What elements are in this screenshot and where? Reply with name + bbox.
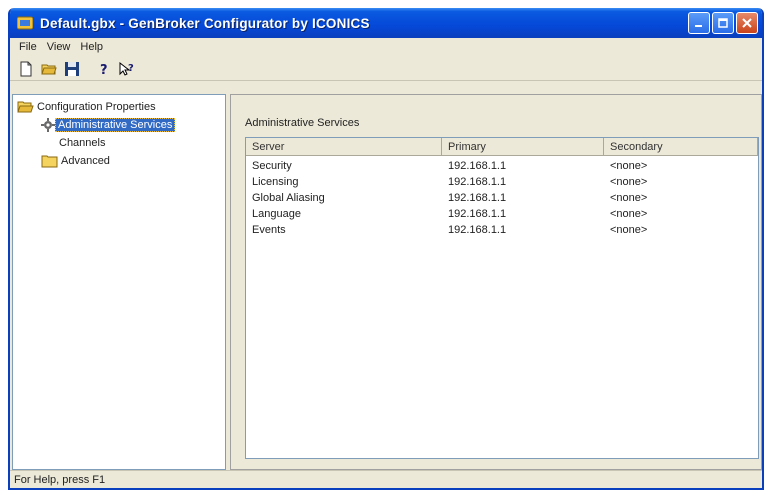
minimize-icon: [695, 25, 702, 27]
close-button[interactable]: [736, 12, 758, 34]
tree-item-label: Advanced: [61, 155, 110, 167]
cell-server: Language: [252, 208, 301, 220]
folder-icon: [41, 155, 58, 168]
cell-primary: 192.168.1.1: [448, 208, 507, 220]
cell-primary: 192.168.1.1: [448, 160, 507, 172]
service-gear-icon: [41, 118, 55, 132]
save-disk-icon: [65, 61, 79, 76]
column-header-secondary[interactable]: Secondary: [604, 138, 758, 156]
open-folder-icon: [41, 64, 57, 74]
tree-item-administrative-services[interactable]: Administrative Services: [41, 117, 176, 133]
table-row[interactable]: Language 192.168.1.1 <none>: [246, 206, 758, 222]
new-button[interactable]: [16, 59, 36, 79]
help-icon: ?: [100, 63, 108, 77]
tree-root[interactable]: Configuration Properties: [17, 99, 158, 115]
cell-primary: 192.168.1.1: [448, 176, 507, 188]
section-title: Administrative Services: [245, 117, 360, 129]
cell-secondary: <none>: [610, 224, 648, 236]
new-document-icon: [20, 61, 32, 76]
status-text: For Help, press F1: [14, 473, 106, 486]
menu-help[interactable]: Help: [75, 41, 108, 53]
title-bar[interactable]: Default.gbx - GenBroker Configurator by …: [10, 8, 762, 38]
app-icon: [16, 15, 34, 31]
table-row[interactable]: Licensing 192.168.1.1 <none>: [246, 174, 758, 190]
app-window: Default.gbx - GenBroker Configurator by …: [8, 8, 764, 490]
close-icon: [742, 18, 752, 28]
cell-server: Events: [252, 224, 286, 236]
details-pane: Administrative Services Server Primary S…: [230, 94, 762, 470]
context-help-button[interactable]: ?: [117, 59, 137, 79]
menu-view[interactable]: View: [42, 41, 76, 53]
cell-secondary: <none>: [610, 160, 648, 172]
tree-item-advanced[interactable]: Advanced: [41, 153, 112, 169]
tree-item-channels[interactable]: Channels: [57, 135, 107, 151]
column-header-primary[interactable]: Primary: [442, 138, 604, 156]
cell-server: Licensing: [252, 176, 299, 188]
cell-secondary: <none>: [610, 208, 648, 220]
table-row[interactable]: Security 192.168.1.1 <none>: [246, 158, 758, 174]
cell-primary: 192.168.1.1: [448, 224, 507, 236]
svg-text:?: ?: [100, 63, 108, 77]
cell-secondary: <none>: [610, 192, 648, 204]
window-controls: [688, 12, 758, 34]
cell-primary: 192.168.1.1: [448, 192, 507, 204]
open-button[interactable]: [39, 59, 59, 79]
tree-item-label: Channels: [59, 137, 106, 149]
window-title: Default.gbx - GenBroker Configurator by …: [40, 15, 370, 31]
table-row[interactable]: Events 192.168.1.1 <none>: [246, 222, 758, 238]
status-bar: For Help, press F1: [10, 470, 762, 488]
list-header: Server Primary Secondary: [246, 138, 758, 156]
minimize-button[interactable]: [688, 12, 710, 34]
column-header-server[interactable]: Server: [246, 138, 442, 156]
maximize-icon: [718, 18, 728, 28]
help-button[interactable]: ?: [94, 59, 114, 79]
maximize-button[interactable]: [712, 12, 734, 34]
save-button[interactable]: [62, 59, 82, 79]
menu-bar: File View Help: [10, 38, 762, 56]
tree-root-label: Configuration Properties: [37, 101, 156, 113]
tree-item-label: Administrative Services: [55, 118, 176, 132]
svg-text:?: ?: [128, 63, 134, 74]
table-row[interactable]: Global Aliasing 192.168.1.1 <none>: [246, 190, 758, 206]
context-help-icon: ?: [119, 61, 134, 76]
cell-server: Global Aliasing: [252, 192, 325, 204]
toolbar: ? ?: [10, 57, 762, 81]
servers-list[interactable]: Server Primary Secondary Security 192.16…: [245, 137, 759, 459]
tree-pane: Configuration Properties Administrative …: [12, 94, 226, 470]
menu-file[interactable]: File: [14, 41, 42, 53]
cell-server: Security: [252, 160, 292, 172]
cell-secondary: <none>: [610, 176, 648, 188]
open-folder-icon: [17, 101, 34, 113]
